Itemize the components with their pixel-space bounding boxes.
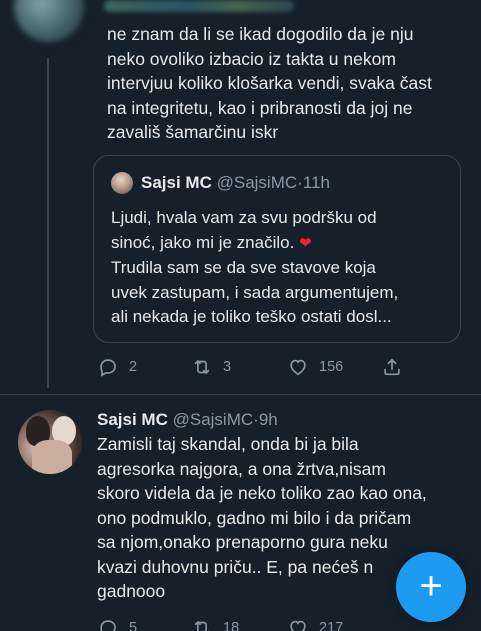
author-name[interactable]: Sajsi MC [97, 410, 168, 429]
like-count: 217 [319, 620, 344, 631]
tweet-actions: 2 3 156 [97, 356, 403, 378]
tweet-time[interactable]: 9h [259, 410, 278, 429]
quoted-text-part-2: Trudila sam se da sve stavove koja uvek … [111, 258, 399, 326]
like-button[interactable]: 217 [287, 617, 381, 631]
share-icon [384, 358, 400, 376]
retweet-button[interactable]: 18 [191, 617, 287, 631]
like-button[interactable]: 156 [287, 356, 381, 378]
quoted-tweet-time: 11h [302, 173, 330, 192]
heart-icon [290, 620, 306, 631]
like-count: 156 [319, 359, 344, 375]
red-heart-emoji-icon: ❤ [299, 234, 312, 252]
compose-tweet-button[interactable]: + [396, 552, 466, 622]
reply-button[interactable]: 5 [97, 617, 191, 631]
tweet-text: ne znam da li se ikad dogodilo da je nju… [107, 24, 432, 142]
quoted-author-handle: @SajsiMC [216, 173, 298, 192]
quoted-author-name: Sajsi MC [141, 173, 212, 192]
retweet-icon [194, 620, 209, 631]
retweet-count: 3 [223, 359, 232, 375]
retweet-button[interactable]: 3 [191, 356, 287, 378]
quoted-tweet[interactable]: Sajsi MC @SajsiMC·11h Ljudi, hvala vam z… [93, 155, 461, 343]
blurred-avatar[interactable] [14, 0, 84, 42]
quoted-author-avatar [111, 172, 133, 194]
blurred-author-name [104, 0, 294, 12]
quoted-text-part-1: Ljudi, hvala vam za svu podršku od sinoć… [111, 208, 377, 252]
quoted-tweet-text: Ljudi, hvala vam za svu podršku od sinoć… [111, 206, 456, 330]
tweet-header: Sajsi MC @SajsiMC·9h [97, 409, 278, 431]
heart-icon [290, 359, 306, 376]
reply-button[interactable]: 2 [97, 356, 191, 378]
quoted-tweet-header: Sajsi MC @SajsiMC·11h [141, 172, 330, 194]
reply-icon [100, 620, 116, 631]
reply-count: 5 [129, 620, 138, 631]
thread-line [47, 58, 49, 388]
retweet-icon [194, 359, 210, 375]
share-button[interactable] [381, 356, 403, 378]
retweet-count: 18 [223, 620, 240, 631]
tweet-actions: 5 18 217 [97, 617, 381, 631]
plus-icon: + [419, 564, 443, 608]
reply-count: 2 [129, 359, 138, 375]
author-handle[interactable]: @SajsiMC [173, 410, 254, 429]
reply-icon [100, 359, 116, 377]
tweet-divider [0, 394, 481, 395]
author-avatar[interactable] [18, 410, 82, 474]
